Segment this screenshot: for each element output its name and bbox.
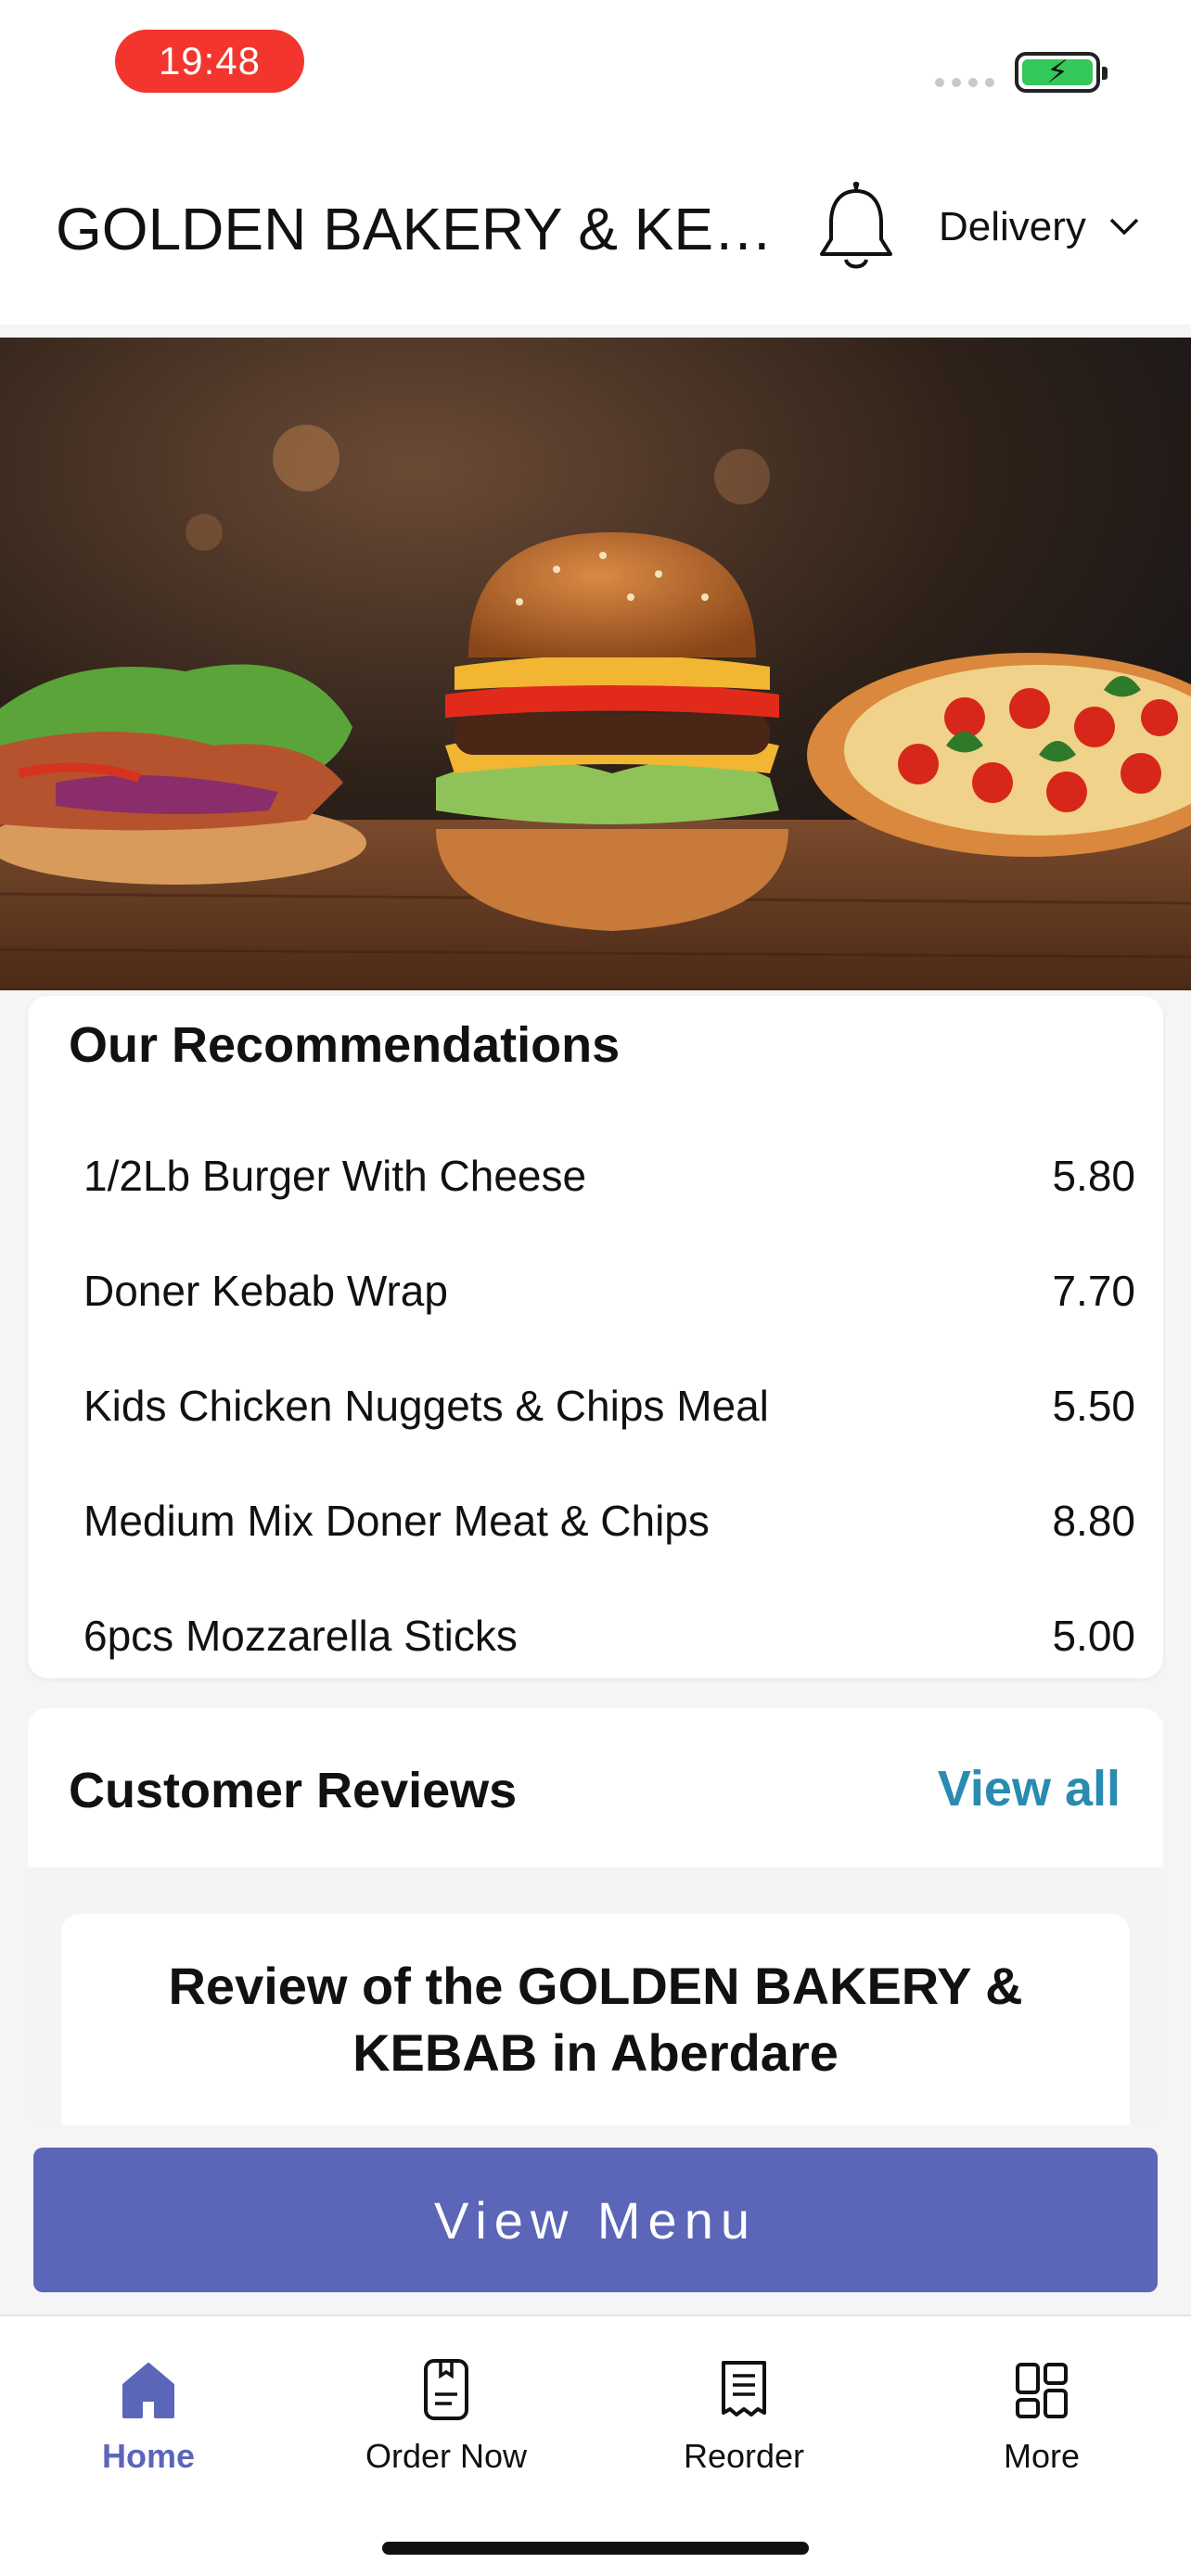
nav-reorder[interactable]: Reorder: [651, 2357, 837, 2476]
item-price: 5.00: [1052, 1612, 1135, 1660]
battery-icon: ⚡: [1015, 52, 1108, 93]
restaurant-title: GOLDEN BAKERY & KEB...: [56, 196, 788, 262]
reviews-header: Customer Reviews View all: [28, 1708, 1163, 1868]
item-name: Doner Kebab Wrap: [83, 1267, 448, 1315]
list-item[interactable]: 1/2Lb Burger With Cheese 5.80: [83, 1118, 1135, 1233]
list-item[interactable]: 6pcs Mozzarella Sticks 5.00: [83, 1578, 1135, 1693]
item-price: 5.50: [1052, 1382, 1135, 1430]
nav-home[interactable]: Home: [56, 2357, 241, 2476]
header: GOLDEN BAKERY & KEB... Delivery: [0, 130, 1191, 325]
list-item[interactable]: Doner Kebab Wrap 7.70: [83, 1233, 1135, 1348]
status-time: 19:48: [115, 30, 304, 93]
delivery-label: Delivery: [939, 204, 1086, 249]
receipt-icon: [722, 2361, 766, 2417]
bell-icon[interactable]: [816, 182, 896, 274]
review-title: Review of the GOLDEN BAKERY & KEBAB in A…: [168, 1957, 1023, 2082]
grid-icon: [1016, 2363, 1068, 2418]
item-name: Kids Chicken Nuggets & Chips Meal: [83, 1382, 769, 1430]
view-menu-button[interactable]: View Menu: [33, 2148, 1158, 2292]
hero-banner: [0, 338, 1191, 990]
nav-more[interactable]: More: [949, 2357, 1134, 2476]
nav-label: Order Now: [365, 2437, 528, 2475]
home-indicator[interactable]: [382, 2542, 809, 2555]
reviews-title: Customer Reviews: [69, 1763, 518, 1818]
item-name: 6pcs Mozzarella Sticks: [83, 1612, 518, 1660]
recommendations-card: Our Recommendations 1/2Lb Burger With Ch…: [28, 996, 1163, 1678]
nav-label: Reorder: [683, 2437, 805, 2475]
recommendations-title: Our Recommendations: [69, 1017, 621, 1073]
item-price: 7.70: [1052, 1267, 1135, 1315]
customer-reviews-card: Customer Reviews View all Review of the …: [28, 1708, 1163, 2125]
signal-icon: [935, 78, 994, 87]
view-all-link[interactable]: View all: [938, 1760, 1121, 1817]
item-name: 1/2Lb Burger With Cheese: [83, 1152, 587, 1200]
delivery-selector[interactable]: Delivery: [939, 204, 1140, 250]
review-card[interactable]: Review of the GOLDEN BAKERY & KEBAB in A…: [61, 1914, 1130, 2125]
chevron-down-icon: [1109, 218, 1139, 236]
status-bar: 19:48 ⚡: [0, 0, 1191, 130]
nav-label: More: [1003, 2437, 1081, 2475]
recommendations-list: 1/2Lb Burger With Cheese 5.80 Doner Keba…: [83, 1118, 1135, 1693]
nav-order-now[interactable]: Order Now: [353, 2357, 539, 2476]
item-price: 5.80: [1052, 1152, 1135, 1200]
order-icon: [424, 2359, 468, 2420]
list-item[interactable]: Kids Chicken Nuggets & Chips Meal 5.50: [83, 1348, 1135, 1463]
item-name: Medium Mix Doner Meat & Chips: [83, 1497, 710, 1545]
item-price: 8.80: [1052, 1497, 1135, 1545]
list-item[interactable]: Medium Mix Doner Meat & Chips 8.80: [83, 1463, 1135, 1578]
food-hero-image: [0, 338, 1191, 990]
nav-label: Home: [101, 2437, 196, 2475]
home-icon: [122, 2363, 174, 2418]
bottom-nav: Home Order Now Reorder More: [0, 2315, 1191, 2576]
